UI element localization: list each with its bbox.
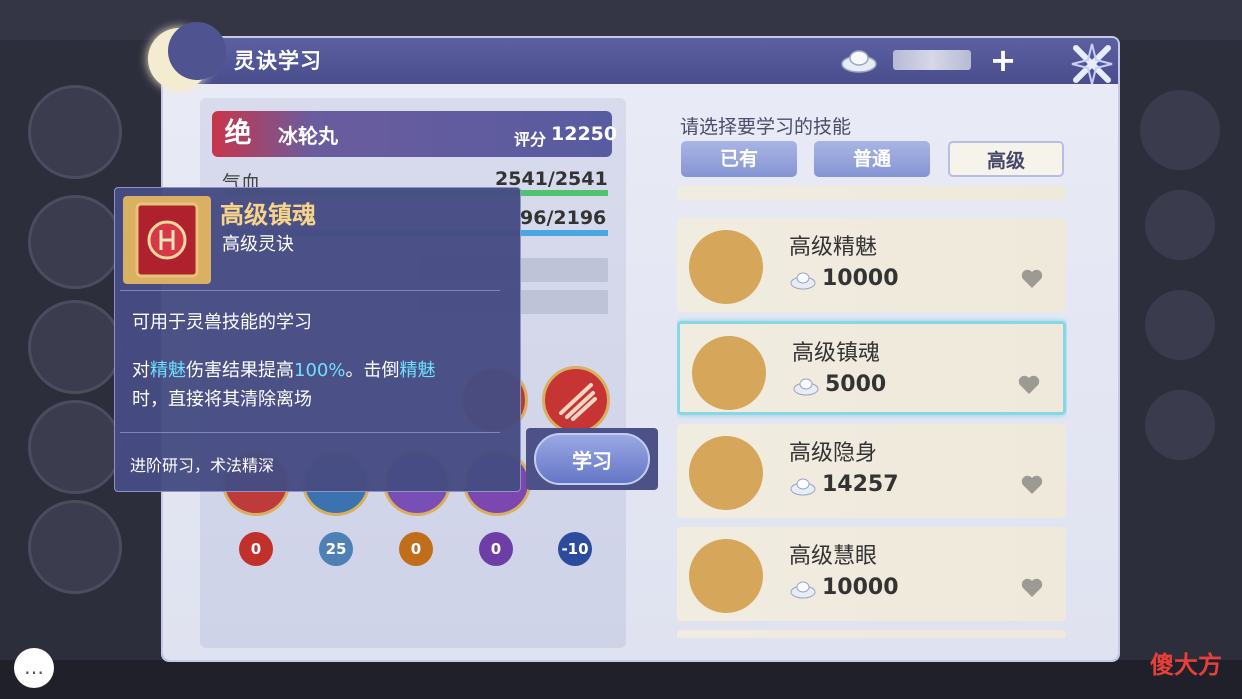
background-avatar	[28, 400, 122, 494]
moon-decoration-shadow	[168, 22, 226, 80]
currency-amount	[893, 50, 971, 70]
skill-card-name: 高级隐身	[789, 441, 878, 466]
skill-book-icon	[692, 336, 766, 410]
tooltip-divider	[120, 290, 500, 291]
skill-list[interactable]: 高级精魅 10000 高级镇魂 5000 高级隐身 14257 高级慧眼 100…	[677, 186, 1067, 638]
skill-book-icon	[135, 202, 199, 278]
add-currency-button[interactable]: +	[988, 44, 1018, 76]
tooltip-title: 高级镇魂	[220, 201, 316, 229]
silver-ingot-icon	[790, 581, 816, 599]
pet-score: 12250	[551, 123, 618, 145]
skill-level-dot: 0	[239, 532, 273, 566]
background-bottom-bar	[0, 660, 1242, 699]
skill-level-dot: 0	[479, 532, 513, 566]
skill-card-selected[interactable]: 高级镇魂 5000	[677, 321, 1066, 415]
tab-normal[interactable]: 普通	[814, 141, 930, 177]
skill-card[interactable]: 高级隐身 14257	[677, 424, 1066, 518]
skill-book-icon	[689, 539, 763, 613]
pet-score-label: 评分	[514, 130, 547, 149]
chat-icon[interactable]: …	[14, 648, 54, 688]
tooltip-skill-book	[123, 196, 211, 284]
skill-card-price: 10000	[822, 575, 899, 600]
claw-icon	[559, 383, 597, 421]
pet-rank-badge: 绝	[224, 118, 252, 149]
heart-icon[interactable]	[1020, 268, 1044, 290]
tab-owned[interactable]: 已有	[681, 141, 797, 177]
skill-level-dot: 0	[399, 532, 433, 566]
skill-card-name: 高级慧眼	[789, 544, 878, 569]
tooltip-usage: 可用于灵兽技能的学习	[132, 312, 312, 333]
heart-icon[interactable]	[1017, 374, 1041, 396]
skill-card-name: 高级镇魂	[792, 341, 881, 366]
silver-ingot-icon	[841, 50, 877, 73]
background-avatar	[28, 300, 122, 394]
dialog-title: 灵诀学习	[234, 49, 322, 73]
background-avatar	[28, 85, 122, 179]
skill-card-name: 高级精魅	[789, 235, 878, 260]
skill-level-dot: -10	[558, 532, 592, 566]
background-button	[1145, 290, 1215, 360]
skill-card[interactable]: 高级慧眼 10000	[677, 527, 1066, 621]
background-avatar	[28, 195, 122, 289]
skill-card-partial[interactable]	[677, 630, 1066, 638]
silver-ingot-icon	[790, 272, 816, 290]
background-button	[1140, 90, 1220, 170]
tooltip-footer: 进阶研习，术法精深	[130, 456, 275, 475]
background-button	[1145, 190, 1215, 260]
watermark-logo: 傻大方	[1150, 651, 1222, 679]
tooltip-description: 对精魅伤害结果提高100%。击倒精魅 时，直接将其清除离场	[132, 360, 436, 410]
background-avatar	[28, 500, 122, 594]
skill-card-price: 5000	[825, 372, 887, 397]
pet-skill-icon[interactable]	[542, 366, 610, 434]
tooltip-subtitle: 高级灵诀	[222, 234, 294, 255]
skill-card-price: 10000	[822, 266, 899, 291]
skill-card-price: 14257	[822, 472, 899, 497]
tab-advanced[interactable]: 高级	[948, 141, 1064, 177]
mp-value: 96/2196	[520, 207, 607, 229]
skill-book-icon	[689, 436, 763, 510]
close-icon[interactable]	[1068, 40, 1116, 88]
silver-ingot-icon	[793, 378, 819, 396]
silver-ingot-icon	[790, 478, 816, 496]
background-button	[1145, 390, 1215, 460]
heart-icon[interactable]	[1020, 577, 1044, 599]
skill-card-partial[interactable]	[677, 186, 1066, 200]
skill-book-icon	[689, 230, 763, 304]
heart-icon[interactable]	[1020, 474, 1044, 496]
learn-button[interactable]: 学习	[534, 433, 650, 485]
select-skill-prompt: 请选择要学习的技能	[680, 116, 852, 138]
skill-level-dot: 25	[319, 532, 353, 566]
pet-name: 冰轮丸	[278, 124, 338, 148]
skill-card[interactable]: 高级精魅 10000	[677, 218, 1066, 312]
tooltip-divider	[120, 432, 500, 433]
